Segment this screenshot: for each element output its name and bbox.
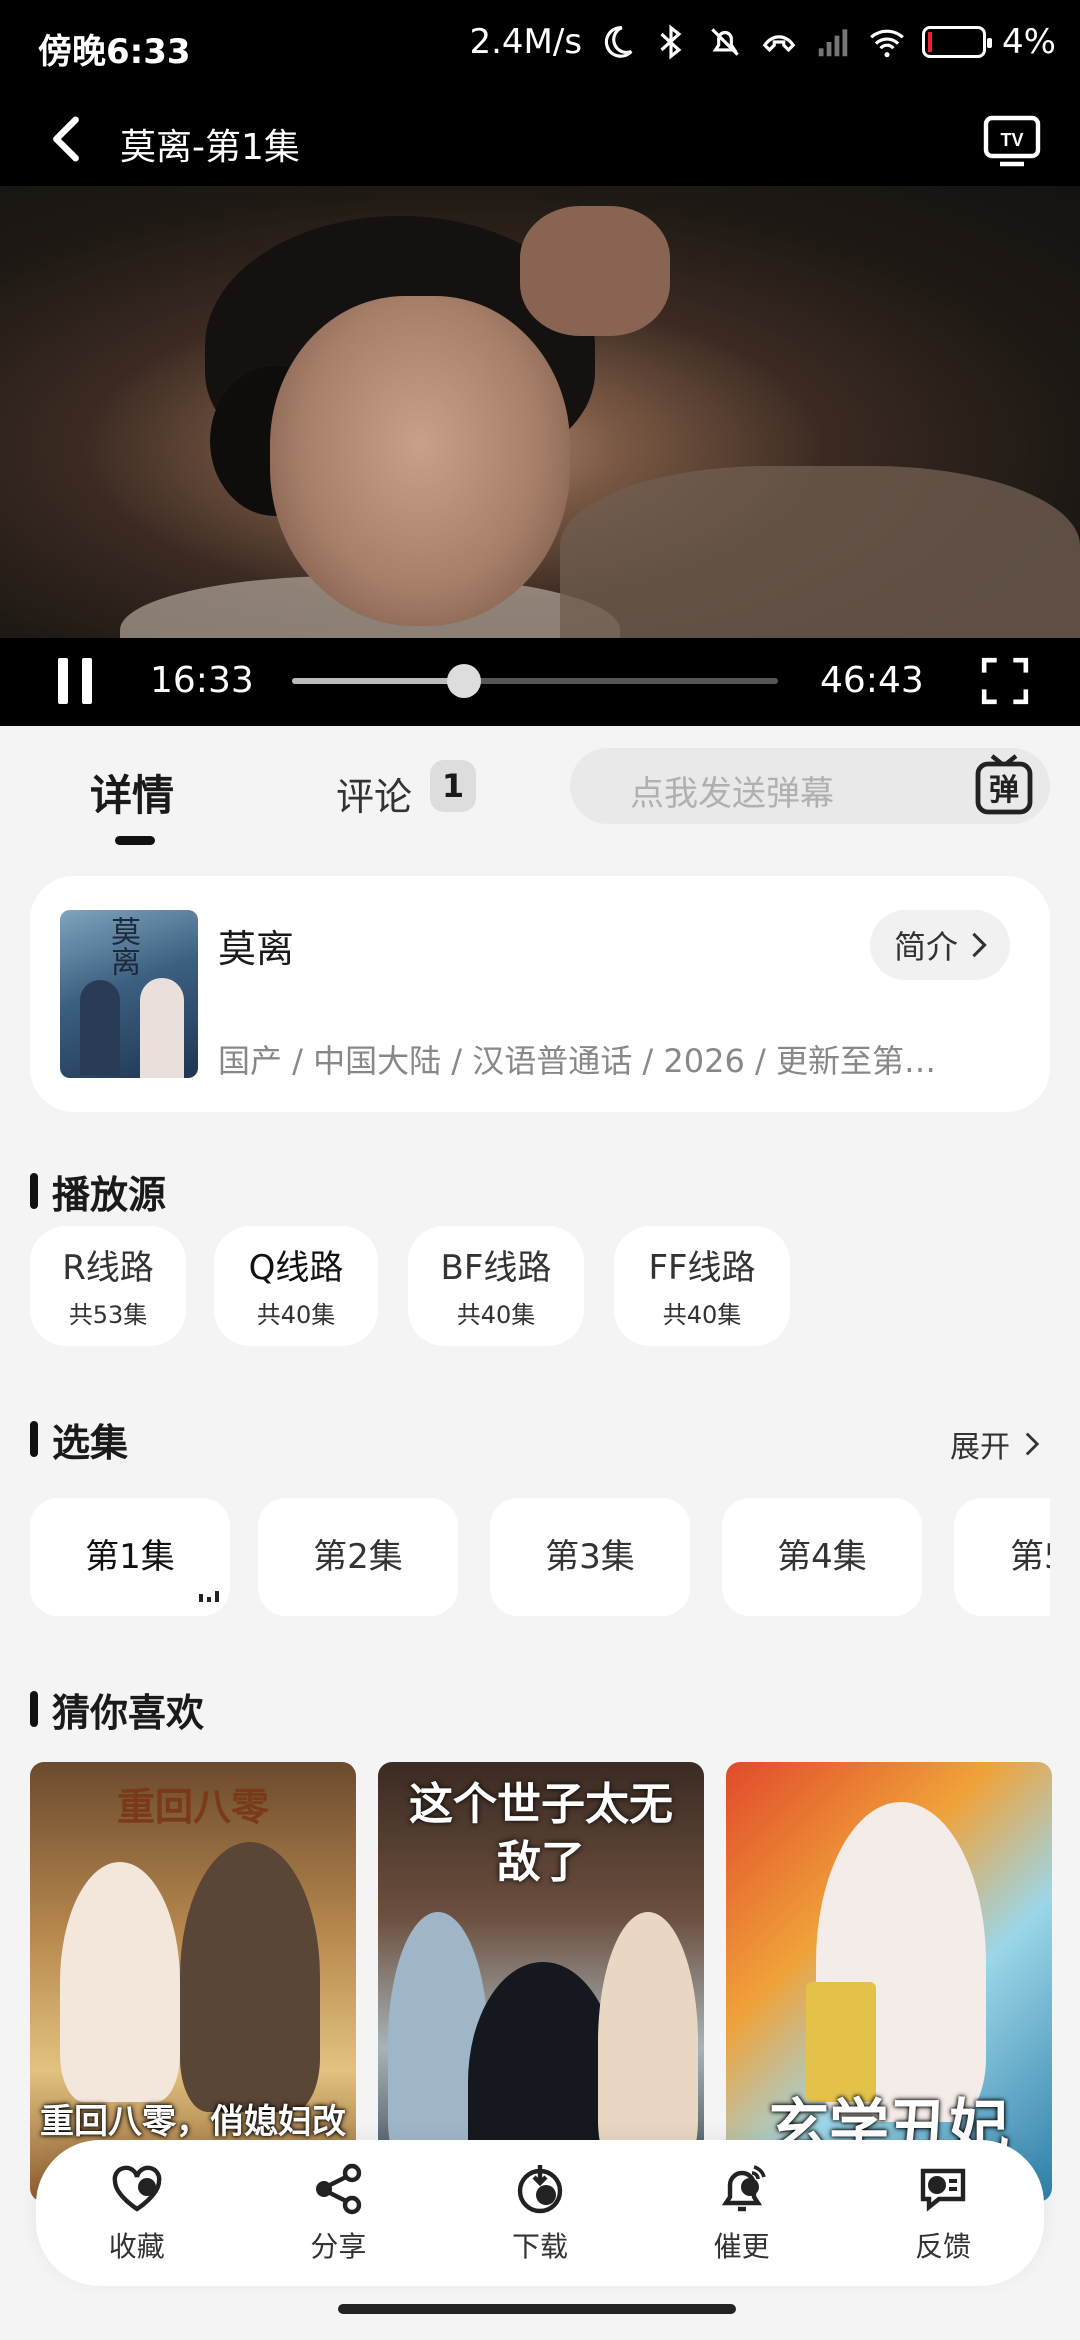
sources-heading-text: 播放源: [52, 1172, 167, 1217]
source-count: 共40集: [256, 1301, 336, 1329]
feedback-label: 反馈: [915, 2230, 972, 2263]
status-icons: 2.4M/s 4%: [469, 22, 1056, 62]
recommend-card[interactable]: 玄学丑妃: [726, 1762, 1052, 2202]
episode-item[interactable]: 第1集: [30, 1498, 230, 1616]
show-info-card[interactable]: 莫离 莫离 简介 国产 / 中国大陆 / 汉语普通话 / 2026 / 更新至第…: [30, 876, 1050, 1112]
source-count: 共40集: [456, 1301, 536, 1329]
danmu-placeholder: 点我发送弹幕: [630, 774, 834, 814]
playing-icon: [199, 1591, 219, 1602]
episode-item[interactable]: 第5集: [954, 1498, 1050, 1616]
wifi-icon: [870, 29, 904, 58]
total-time: 46:43: [820, 660, 924, 701]
favorite-label: 收藏: [108, 2230, 165, 2263]
poster-title: 莫离: [105, 916, 140, 976]
action-bar: 收藏 分享 下载 催更 反馈: [36, 2140, 1044, 2286]
download-icon: [517, 2165, 563, 2214]
remind-update-label: 催更: [713, 2230, 770, 2263]
progress-bar[interactable]: [292, 664, 778, 698]
share-button[interactable]: 分享: [268, 2161, 408, 2265]
source-name: R线路: [62, 1248, 154, 1288]
feedback-icon: [920, 2168, 966, 2212]
status-time: 傍晚6:33: [38, 32, 191, 72]
recommend-card[interactable]: 这个世子太无敌了: [378, 1762, 704, 2202]
download-button[interactable]: 下载: [470, 2161, 610, 2265]
current-time: 16:33: [150, 660, 254, 701]
intro-label: 简介: [893, 928, 958, 966]
share-icon: [316, 2163, 362, 2215]
call-icon: [762, 35, 796, 53]
recommend-card[interactable]: 重回八零 重回八零，俏媳妇改造废物老公: [30, 1762, 356, 2202]
chevron-left-icon[interactable]: [46, 114, 86, 164]
progress-handle[interactable]: [447, 664, 482, 698]
episode-label: 第5集: [1010, 1537, 1050, 1577]
tab-bar: 详情 评论 1 点我发送弹幕 弹: [0, 726, 1080, 846]
show-poster: 莫离: [60, 910, 198, 1078]
home-indicator[interactable]: [338, 2304, 736, 2314]
episodes-heading-text: 选集: [52, 1420, 129, 1465]
sources-heading: 播放源: [30, 1168, 166, 1217]
fullscreen-icon[interactable]: [980, 656, 1030, 706]
tv-label: TV: [1000, 130, 1023, 150]
recommend-top-title: 这个世子太无敌了: [409, 1779, 673, 1888]
tab-detail[interactable]: 详情: [90, 762, 174, 823]
source-name: BF线路: [440, 1248, 552, 1288]
episode-label: 第1集: [85, 1537, 175, 1577]
video-title: 莫离-第1集: [120, 127, 300, 168]
recommend-heading: 猜你喜欢: [30, 1686, 204, 1735]
episode-item[interactable]: 第3集: [490, 1498, 690, 1616]
signal-icon: [818, 29, 848, 57]
video-frame[interactable]: [0, 186, 1080, 638]
heart-icon: [112, 2165, 162, 2212]
show-name: 莫离: [218, 927, 295, 971]
mute-icon: [711, 28, 739, 56]
tab-indicator: [115, 836, 155, 845]
recommend-heading-text: 猜你喜欢: [52, 1690, 205, 1735]
episode-item[interactable]: 第2集: [258, 1498, 458, 1616]
expand-button[interactable]: 展开: [950, 1422, 1040, 1466]
danmu-input[interactable]: 点我发送弹幕 弹: [570, 748, 1050, 824]
progress-fill: [292, 678, 465, 684]
battery-percent: 4%: [1002, 22, 1056, 62]
chevron-right-icon: [1025, 1432, 1040, 1456]
episodes-heading: 选集: [30, 1416, 128, 1465]
source-name: Q线路: [248, 1248, 344, 1288]
source-q[interactable]: Q线路 共40集: [214, 1226, 378, 1346]
danmu-glyph: 弹: [989, 773, 1019, 808]
episode-item[interactable]: 第4集: [722, 1498, 922, 1616]
bell-icon: [721, 2165, 766, 2212]
share-label: 分享: [310, 2230, 367, 2263]
player-controls: 16:33 46:43: [0, 638, 1080, 726]
download-label: 下载: [511, 2230, 568, 2263]
player-header: 莫离-第1集 TV: [0, 92, 1080, 186]
feedback-button[interactable]: 反馈: [873, 2161, 1013, 2265]
expand-label: 展开: [950, 1430, 1010, 1465]
favorite-button[interactable]: 收藏: [67, 2161, 207, 2265]
source-r[interactable]: R线路 共53集: [30, 1226, 186, 1346]
bluetooth-icon: [660, 24, 682, 60]
episode-label: 第4集: [777, 1537, 867, 1577]
episode-label: 第2集: [313, 1537, 403, 1577]
source-count: 共40集: [662, 1301, 742, 1329]
recommend-top-title: 重回八零: [116, 1784, 269, 1829]
pause-icon[interactable]: [56, 658, 94, 704]
source-ff[interactable]: FF线路 共40集: [614, 1226, 790, 1346]
comment-count-badge: 1: [430, 760, 476, 812]
moon-icon: [604, 26, 633, 58]
tab-comments[interactable]: 评论: [336, 766, 412, 821]
net-speed: 2.4M/s: [469, 22, 583, 62]
episode-label: 第3集: [545, 1537, 635, 1577]
source-name: FF线路: [648, 1248, 756, 1288]
source-bf[interactable]: BF线路 共40集: [408, 1226, 584, 1346]
source-count: 共53集: [68, 1301, 148, 1329]
show-meta: 国产 / 中国大陆 / 汉语普通话 / 2026 / 更新至第…: [218, 1042, 936, 1080]
chevron-right-icon: [972, 932, 987, 958]
remind-update-button[interactable]: 催更: [672, 2161, 812, 2265]
battery-icon: [922, 26, 993, 58]
tv-icon[interactable]: TV: [982, 114, 1042, 168]
status-bar: 傍晚6:33 2.4M/s 4%: [0, 0, 1080, 92]
danmu-icon[interactable]: 弹: [970, 752, 1038, 820]
intro-button[interactable]: 简介: [869, 910, 1010, 980]
